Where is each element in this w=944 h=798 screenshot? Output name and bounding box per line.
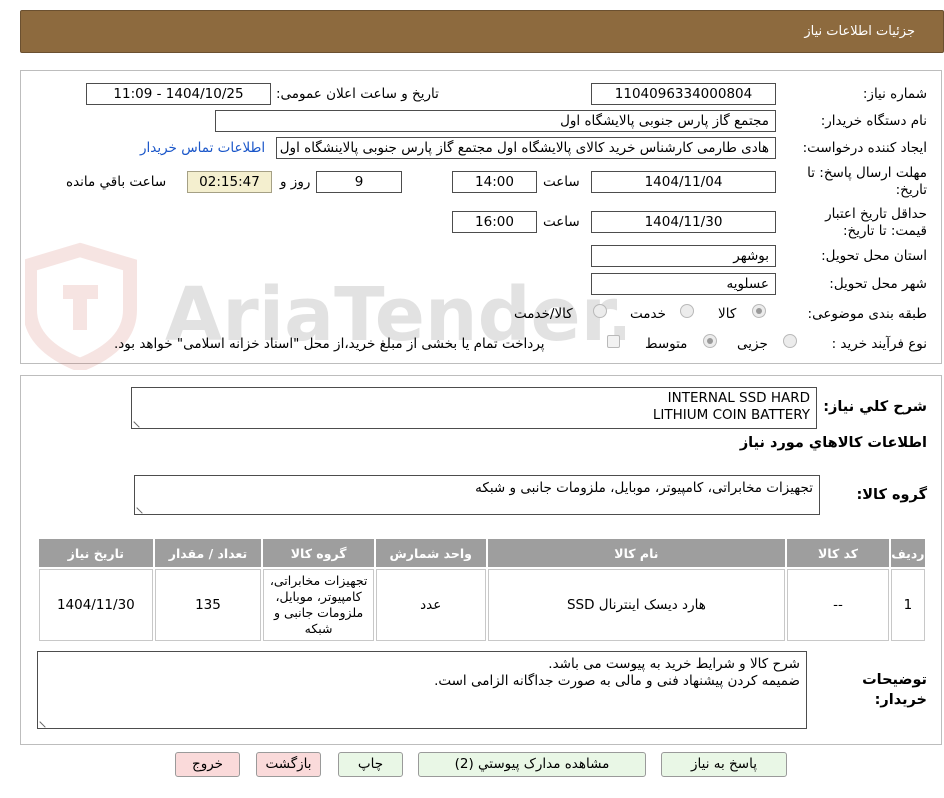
price-validity-label: حداقل تاریخ اعتبار قیمت: تا تاریخ: [825,206,927,239]
goods-group-label: گروه کالا: [856,487,927,503]
process-radio-medium[interactable] [703,334,717,348]
need-number-label: شماره نیاز: [862,86,927,102]
validity-time-field: 16:00 [452,211,537,233]
buyer-org-field: مجتمع گاز پارس جنوبی پالایشگاه اول [215,110,776,132]
requester-label: ایجاد کننده درخواست: [802,140,927,156]
category-option-goods: کالا [718,306,737,322]
days-label: روز و [280,174,311,190]
col-header-qty: تعداد / مقدار [154,539,262,567]
goods-info-title: اطلاعات کالاهاي مورد نياز [739,435,927,451]
print-button[interactable]: چاپ [338,752,403,777]
reply-deadline-label: مهلت ارسال پاسخ: تا تاریخ: [807,165,927,198]
announce-field: 1404/10/25 - 11:09 [86,83,271,105]
goods-group-textarea[interactable]: تجهیزات مخابراتی، کامپیوتر، موبایل، ملزو… [134,475,820,515]
process-option-medium: متوسط [645,336,688,352]
buyer-org-label: نام دستگاه خریدار: [820,113,927,129]
table-row: 1 -- هارد دیسک اینترنال SSD عدد تجهیزات … [39,569,925,641]
col-header-unit: واحد شمارش [375,539,486,567]
exit-button[interactable]: خروج [175,752,240,777]
cell-code: -- [787,569,889,641]
days-field: 9 [316,171,402,193]
reply-time-field: 14:00 [452,171,537,193]
need-number-field: 1104096334000804 [591,83,776,105]
col-header-code: کد کالا [787,539,889,567]
col-header-group: گروه کالا [263,539,374,567]
cell-row: 1 [890,569,925,641]
col-header-row: ردیف [890,539,925,567]
summary-label: شرح کلي نياز: [823,399,927,415]
remaining-label: ساعت باقي مانده [66,174,167,190]
cell-qty: 135 [154,569,262,641]
city-label: شهر محل تحویل: [829,276,927,292]
payment-note: پرداخت تمام یا بخشی از مبلغ خرید،از محل … [114,336,545,352]
cell-date: 1404/11/30 [39,569,153,641]
cell-group: تجهیزات مخابراتی، کامپیوتر، موبایل، ملزو… [263,569,374,641]
page-title: جزئیات اطلاعات نیاز [804,24,915,39]
requester-field: هادی طارمی کارشناس خرید کالای پالایشگاه … [276,137,776,159]
buyer-notes-textarea[interactable]: شرح کالا و شرایط خرید به پیوست می باشد. … [37,651,807,729]
validity-date-field: 1404/11/30 [591,211,776,233]
treasury-checkbox[interactable] [607,335,620,348]
view-attachments-button[interactable]: مشاهده مدارک پیوستي (2) [418,752,646,777]
reply-time-label: ساعت [543,174,580,190]
back-button[interactable]: بازگشت [256,752,321,777]
city-field: عسلویه [591,273,776,295]
buyer-contact-link[interactable]: اطلاعات تماس خریدار [140,140,265,156]
reply-button[interactable]: پاسخ به نیاز [661,752,787,777]
reply-date-field: 1404/11/04 [591,171,776,193]
process-option-minor: جزیی [737,336,768,352]
resize-handle-icon[interactable] [136,502,148,514]
summary-line-1: INTERNAL SSD HARD [667,390,810,406]
announce-label: تاریخ و ساعت اعلان عمومی: [276,86,439,102]
notes-line-1: شرح کالا و شرایط خرید به پیوست می باشد. [548,656,800,672]
goods-group-value: تجهیزات مخابراتی، کامپیوتر، موبایل، ملزو… [475,480,813,496]
buyer-notes-label: توضیحات خریدار: [862,672,927,708]
summary-textarea[interactable]: INTERNAL SSD HARD LITHIUM COIN BATTERY [131,387,817,429]
resize-handle-icon[interactable] [39,716,51,728]
notes-line-2: ضمیمه کردن پیشنهاد فنی و مالی به صورت جد… [434,673,800,689]
col-header-date: تاریخ نیاز [39,539,153,567]
cell-unit: عدد [375,569,486,641]
validity-time-label: ساعت [543,214,580,230]
category-option-service: خدمت [630,306,666,322]
province-field: بوشهر [591,245,776,267]
col-header-name: نام کالا [487,539,786,567]
category-radio-goods[interactable] [752,304,766,318]
items-table: ردیف کد کالا نام کالا واحد شمارش گروه کا… [37,537,927,643]
category-option-both: کالا/خدمت [514,306,573,322]
category-radio-service[interactable] [680,304,694,318]
summary-line-2: LITHIUM COIN BATTERY [652,407,810,423]
category-radio-both[interactable] [593,304,607,318]
category-label: طبقه بندی موضوعی: [807,306,927,322]
page-header: جزئیات اطلاعات نیاز [20,10,944,53]
process-label: نوع فرآیند خرید : [831,336,927,352]
province-label: استان محل تحویل: [821,248,927,264]
process-radio-minor[interactable] [783,334,797,348]
cell-name: هارد دیسک اینترنال SSD [487,569,786,641]
remaining-time-field: 02:15:47 [187,171,272,193]
